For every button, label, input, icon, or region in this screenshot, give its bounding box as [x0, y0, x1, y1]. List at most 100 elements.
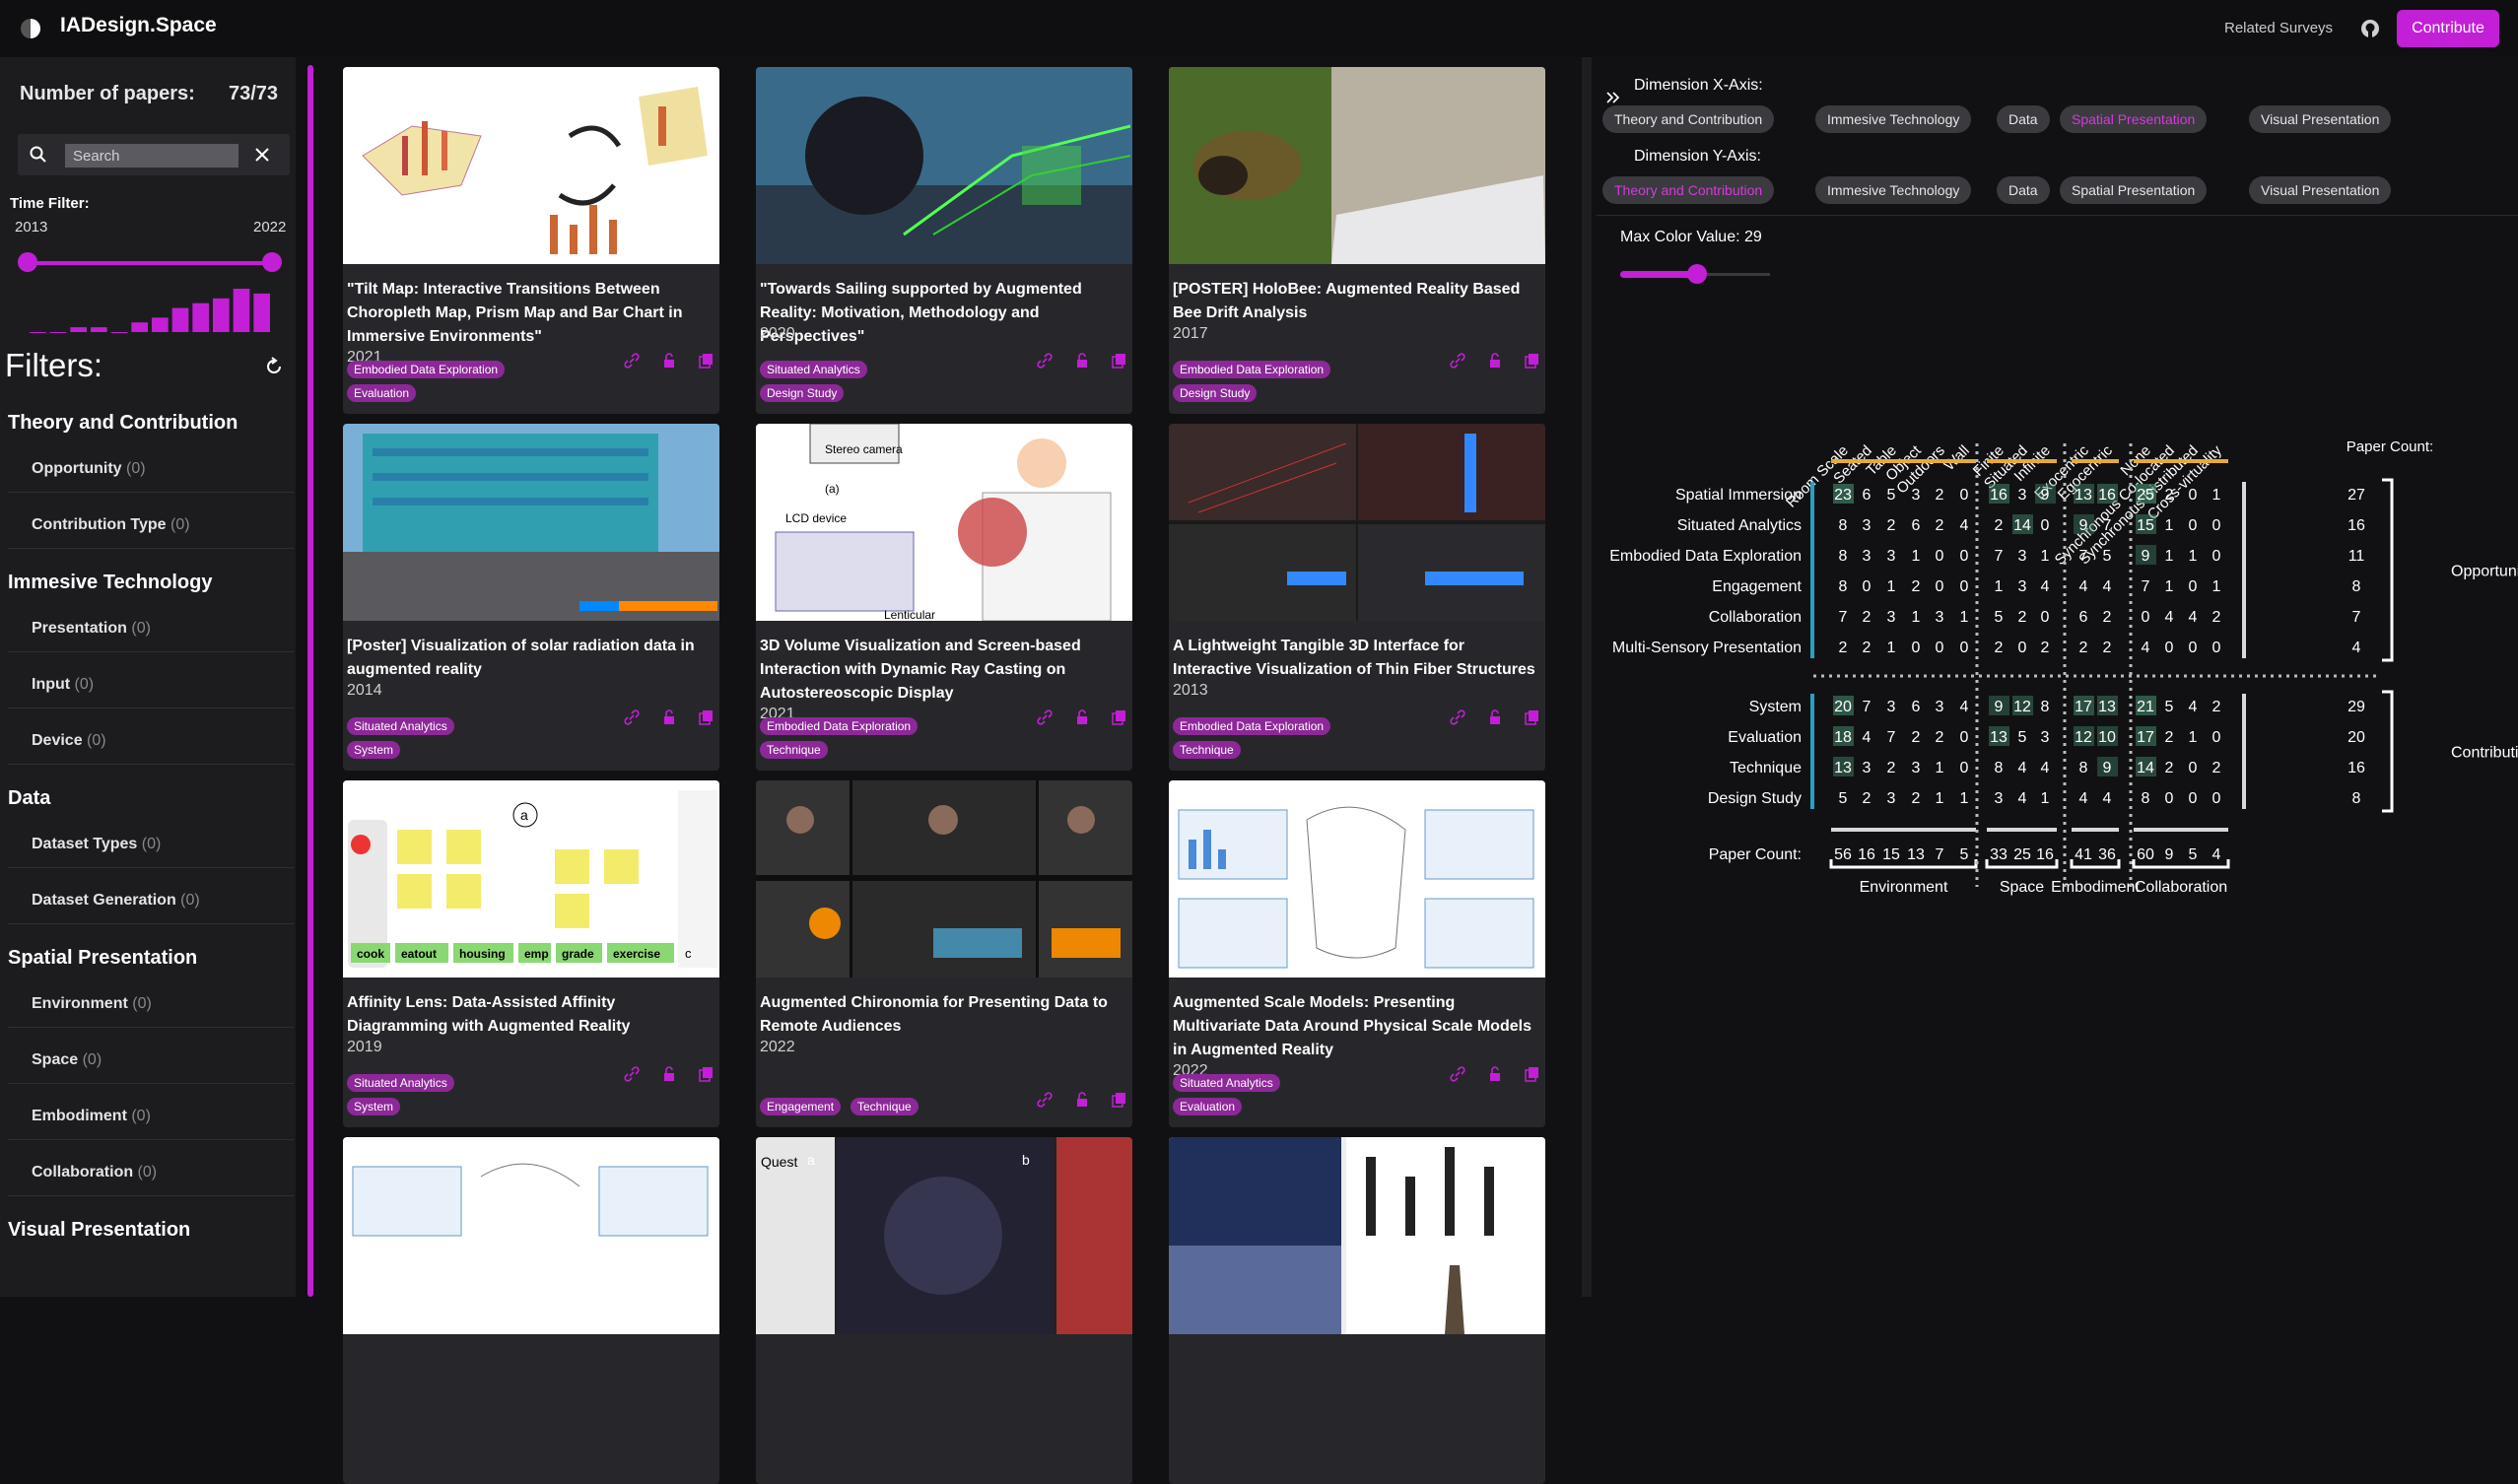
dimension-chip-x-3[interactable]: Spatial Presentation [2060, 105, 2208, 133]
search-input[interactable] [65, 144, 238, 168]
paper-thumbnail[interactable] [1169, 1137, 1545, 1334]
paper-thumbnail[interactable]: Stereo camera (a) LCD device Lenticular [756, 424, 1132, 621]
dimension-chip-y-2[interactable]: Data [1997, 176, 2050, 204]
paper-card[interactable]: Augmented Chironomia for Presenting Data… [756, 780, 1132, 1127]
paper-title[interactable]: A Lightweight Tangible 3D Interface for … [1173, 635, 1541, 682]
filter-item[interactable]: Device (0) [8, 717, 294, 765]
paper-title[interactable]: "Towards Sailing supported by Augmented … [760, 278, 1128, 349]
paper-thumbnail[interactable] [343, 1137, 719, 1334]
unlock-icon[interactable] [661, 353, 677, 369]
paper-title[interactable]: Augmented Scale Models: Presenting Multi… [1173, 991, 1541, 1062]
dimension-chip-x-1[interactable]: Immesive Technology [1815, 105, 1972, 133]
paper-thumbnail[interactable] [1169, 780, 1545, 978]
paper-tag[interactable]: System [347, 1098, 401, 1115]
copy-icon[interactable] [699, 1066, 715, 1082]
paper-tag[interactable]: Engagement [760, 1098, 842, 1115]
filter-item[interactable]: Dataset Types (0) [8, 821, 294, 868]
time-range-track[interactable] [28, 261, 272, 265]
paper-tag[interactable]: Design Study [760, 384, 845, 402]
paper-card[interactable] [343, 1137, 719, 1484]
link-icon[interactable] [624, 709, 640, 725]
paper-thumbnail[interactable] [1169, 67, 1545, 264]
unlock-icon[interactable] [1487, 1066, 1503, 1082]
paper-card[interactable]: A Lightweight Tangible 3D Interface for … [1169, 424, 1545, 771]
link-icon[interactable] [624, 1066, 640, 1082]
unlock-icon[interactable] [1487, 353, 1503, 369]
time-range-start-handle[interactable] [18, 252, 37, 272]
copy-icon[interactable] [699, 709, 715, 725]
filter-item[interactable]: Embodiment (0) [8, 1093, 294, 1140]
github-icon[interactable] [2360, 19, 2380, 38]
copy-icon[interactable] [1525, 353, 1540, 369]
unlock-icon[interactable] [661, 709, 677, 725]
copy-icon[interactable] [1112, 353, 1127, 369]
paper-tag[interactable]: Technique [760, 741, 828, 759]
paper-tag[interactable]: Design Study [1173, 384, 1258, 402]
dimension-chip-y-4[interactable]: Visual Presentation [2249, 176, 2392, 204]
link-icon[interactable] [1450, 1066, 1465, 1082]
paper-card[interactable]: "Tilt Map: Interactive Transitions Betwe… [343, 67, 719, 414]
paper-tag[interactable]: Embodied Data Exploration [1173, 717, 1331, 735]
copy-icon[interactable] [1525, 709, 1540, 725]
paper-title[interactable]: Affinity Lens: Data-Assisted Affinity Di… [347, 991, 715, 1039]
paper-title[interactable]: "Tilt Map: Interactive Transitions Betwe… [347, 278, 715, 349]
link-icon[interactable] [1037, 353, 1053, 369]
copy-icon[interactable] [699, 353, 715, 369]
paper-thumbnail[interactable] [343, 424, 719, 621]
paper-card[interactable]: Augmented Scale Models: Presenting Multi… [1169, 780, 1545, 1127]
copy-icon[interactable] [1525, 1066, 1540, 1082]
reset-icon[interactable] [264, 357, 284, 376]
paper-title[interactable]: 3D Volume Visualization and Screen-based… [760, 635, 1128, 706]
contribute-button[interactable]: Contribute [2397, 10, 2499, 47]
paper-card[interactable]: Quest a b [756, 1137, 1132, 1484]
unlock-icon[interactable] [661, 1066, 677, 1082]
paper-title[interactable]: [POSTER] HoloBee: Augmented Reality Base… [1173, 278, 1541, 325]
copy-icon[interactable] [1112, 709, 1127, 725]
unlock-icon[interactable] [1074, 353, 1090, 369]
filter-item[interactable]: Environment (0) [8, 980, 294, 1028]
paper-tag[interactable]: Evaluation [1173, 1098, 1243, 1115]
link-icon[interactable] [1450, 353, 1465, 369]
link-icon[interactable] [1037, 709, 1053, 725]
paper-tag[interactable]: Technique [851, 1098, 919, 1115]
link-icon[interactable] [1450, 709, 1465, 725]
expand-icon[interactable] [1606, 91, 1620, 104]
paper-title[interactable]: [Poster] Visualization of solar radiatio… [347, 635, 715, 682]
paper-tag[interactable]: Evaluation [347, 384, 417, 402]
paper-tag[interactable]: Embodied Data Exploration [760, 717, 919, 735]
paper-title[interactable]: Augmented Chironomia for Presenting Data… [760, 991, 1128, 1039]
dimension-chip-x-2[interactable]: Data [1997, 105, 2050, 133]
time-range-end-handle[interactable] [262, 252, 282, 272]
filter-item[interactable]: Contribution Type (0) [8, 502, 294, 549]
filter-item[interactable]: Space (0) [8, 1037, 294, 1084]
dimension-chip-x-0[interactable]: Theory and Contribution [1602, 105, 1775, 133]
copy-icon[interactable] [1112, 1092, 1127, 1108]
filter-item[interactable]: Presentation (0) [8, 605, 294, 652]
paper-thumbnail[interactable] [1169, 424, 1545, 621]
paper-tag[interactable]: Situated Analytics [347, 717, 454, 735]
paper-thumbnail[interactable]: a cook eatout housing emp grade exercise c [343, 780, 719, 978]
dimension-chip-y-0[interactable]: Theory and Contribution [1602, 176, 1775, 204]
paper-tag[interactable]: Embodied Data Exploration [347, 361, 506, 378]
related-surveys-link[interactable]: Related Surveys [2224, 20, 2333, 36]
app-title[interactable]: IADesign.Space [60, 14, 217, 37]
paper-card[interactable]: [POSTER] HoloBee: Augmented Reality Base… [1169, 67, 1545, 414]
close-icon[interactable] [254, 147, 270, 163]
paper-card[interactable]: "Towards Sailing supported by Augmented … [756, 67, 1132, 414]
paper-thumbnail[interactable] [343, 67, 719, 264]
paper-thumbnail[interactable] [756, 67, 1132, 264]
paper-tag[interactable]: System [347, 741, 401, 759]
paper-card[interactable] [1169, 1137, 1545, 1484]
paper-tag[interactable]: Situated Analytics [347, 1074, 454, 1092]
paper-card[interactable]: [Poster] Visualization of solar radiatio… [343, 424, 719, 771]
filter-item[interactable]: Dataset Generation (0) [8, 877, 294, 924]
unlock-icon[interactable] [1487, 709, 1503, 725]
dimension-chip-y-3[interactable]: Spatial Presentation [2060, 176, 2208, 204]
paper-card[interactable]: a cook eatout housing emp grade exercise c Affin… [343, 780, 719, 1127]
paper-tag[interactable]: Situated Analytics [760, 361, 867, 378]
filter-item[interactable]: Input (0) [8, 661, 294, 708]
paper-tag[interactable]: Embodied Data Exploration [1173, 361, 1331, 378]
unlock-icon[interactable] [1074, 709, 1090, 725]
panel-splitter[interactable] [1582, 57, 1592, 1297]
paper-tag[interactable]: Situated Analytics [1173, 1074, 1280, 1092]
